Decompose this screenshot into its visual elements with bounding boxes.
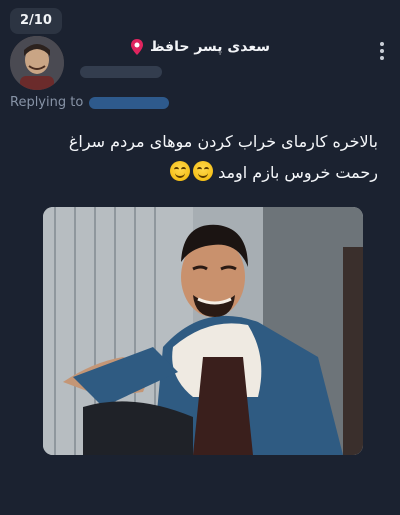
pin-icon	[130, 39, 143, 55]
more-options-button[interactable]	[380, 42, 384, 60]
more-dot	[380, 56, 384, 60]
replying-to: Replying to	[10, 95, 170, 110]
more-dot	[380, 49, 384, 53]
tweet-line-2: رحمت خروس بازم اومد	[18, 157, 378, 188]
tweet-line-2-text: رحمت خروس بازم اومد	[218, 163, 378, 182]
laughing-emoji-icon	[192, 161, 213, 181]
tweet-media-image[interactable]	[43, 207, 363, 455]
image-counter: 2/10	[10, 8, 62, 34]
replying-to-handle-redacted[interactable]	[89, 96, 170, 109]
avatar[interactable]	[10, 36, 64, 90]
replying-to-label: Replying to	[10, 95, 84, 110]
avatar-image	[10, 36, 64, 90]
author-handle-redacted	[80, 66, 162, 78]
laughing-man-photo	[43, 207, 363, 455]
tweet-line-1: بالاخره کارمای خراب کردن موهای مردم سراغ	[68, 132, 378, 151]
author-display-name[interactable]: سعدی پسر حافظ	[150, 39, 270, 55]
laughing-emoji-icon	[169, 161, 190, 181]
author-name-row[interactable]: سعدی پسر حافظ	[130, 38, 270, 56]
more-dot	[380, 42, 384, 46]
tweet-text: بالاخره کارمای خراب کردن موهای مردم سراغ…	[18, 126, 378, 188]
